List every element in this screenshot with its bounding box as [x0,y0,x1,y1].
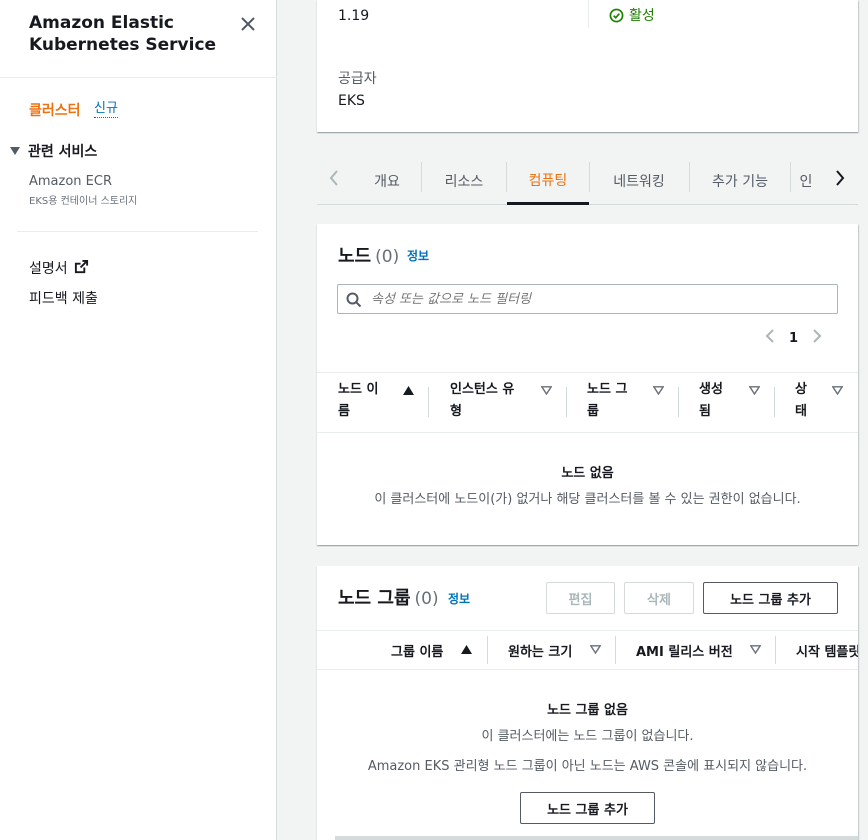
nodes-count: (0) [375,247,400,267]
add-node-group-empty-button[interactable]: 노드 그룹 추가 [520,792,655,824]
column-divider [487,636,488,664]
column-divider [428,387,429,417]
chevron-left-icon[interactable] [324,166,344,190]
delete-button[interactable]: 삭제 [624,582,694,614]
cluster-summary-card: 1.19 활성 공급자 EKS [317,0,858,132]
sort-icon [832,386,843,395]
sidebar-item-clusters[interactable]: 클러스터 [29,100,81,120]
sidebar-item-docs[interactable]: 설명서 [29,258,89,278]
horizontal-scrollbar[interactable] [335,836,858,840]
sort-icon [541,386,552,395]
provider-label: 공급자 [338,71,377,87]
nodes-table-header: 노드 이름 인스턴스 유형 노드 그룹 생성 됨 상태 [317,372,858,433]
related-services-label: 관련 서비스 [28,144,98,160]
nodes-empty-description: 이 클러스터에 노드이(가) 없거나 해당 클러스터를 볼 수 있는 권한이 없… [374,492,801,507]
sidebar-divider [17,231,258,232]
cluster-tabs: 개요 리소스 컴퓨팅 네트워킹 추가 기능 인 [317,158,858,205]
sidebar-item-ecr[interactable]: Amazon ECR [29,174,112,189]
node-search[interactable] [337,284,838,314]
tab-overview[interactable]: 개요 [355,158,419,204]
column-header-launch-template[interactable]: 시작 템플릿 [796,641,858,660]
nodes-card: 노드(0) 정보 1 노드 이름 인스턴스 유형 노드 그룹 생성됨 상태 노드… [317,224,858,545]
sidebar-title: Amazon Elastic Kubernetes Service [29,13,217,55]
nodes-heading: 노드 (0) [338,242,399,268]
column-divider [566,387,567,417]
sort-icon [750,645,761,654]
page-number[interactable]: 1 [789,331,798,346]
tab-divider [689,162,690,192]
column-header-desired-size[interactable]: 원하는 크기 [508,641,572,660]
external-link-icon [74,259,89,278]
nodes-title: 노드 [338,246,372,267]
column-header-node-name[interactable]: 노드 이름 [338,379,378,423]
nodes-info-link[interactable]: 정보 [407,247,429,264]
column-divider [588,0,589,28]
sort-icon [749,386,760,395]
status-text: 활성 [629,8,655,24]
new-badge[interactable]: 신규 [94,101,118,118]
search-icon [346,292,362,308]
node-groups-info-link[interactable]: 정보 [448,590,470,607]
tab-add-ons[interactable]: 추가 기능 [691,158,789,204]
chevron-right-icon[interactable] [830,166,850,190]
column-header-created[interactable]: 생성 됨 [699,379,723,423]
sort-ascending-icon [403,386,414,395]
tab-divider [790,162,791,192]
column-header-group-name[interactable]: 그룹 이름 [391,641,443,660]
caret-down-icon [10,147,20,155]
edit-button[interactable]: 편집 [546,582,615,614]
status-badge: 활성 [609,5,655,25]
node-groups-heading: 노드 그룹 (0) [338,584,439,610]
tab-divider [421,162,422,192]
tab-resources[interactable]: 리소스 [423,158,505,204]
column-divider [615,636,616,664]
column-divider [774,387,775,417]
check-circle-icon [609,8,624,22]
node-groups-card: 노드 그룹 (0) 정보 편집 삭제 노드 그룹 추가 그룹 이름 원하는 크기 … [317,566,858,840]
chevron-right-icon[interactable] [812,328,822,348]
column-header-node-group[interactable]: 노드 그룹 [587,379,627,423]
node-groups-empty-description: 이 클러스터에는 노드 그룹이 없습니다. [481,729,694,744]
tab-compute[interactable]: 컴퓨팅 [507,158,589,205]
add-node-group-button[interactable]: 노드 그룹 추가 [703,582,838,614]
node-groups-title: 노드 그룹 [338,588,411,609]
sidebar-divider [0,77,277,78]
nodes-empty-title: 노드 없음 [561,466,614,481]
node-groups-empty-note: Amazon EKS 관리형 노드 그룹이 아닌 노드는 AWS 콘솔에 표시되… [367,759,808,774]
tab-networking[interactable]: 네트워킹 [591,158,687,204]
column-header-status[interactable]: 상태 [795,379,807,423]
docs-label: 설명서 [29,261,68,277]
sort-icon [653,386,664,395]
search-input[interactable] [371,289,831,309]
kubernetes-version: 1.19 [338,8,370,24]
sort-icon [590,645,601,654]
column-divider [775,636,776,664]
column-header-instance-type[interactable]: 인스턴스 유형 [450,379,514,423]
sidebar: Amazon Elastic Kubernetes Service 클러스터 신… [0,0,277,840]
tab-divider [589,162,590,192]
tab-more[interactable]: 인 [793,158,819,204]
sidebar-section-related-services[interactable]: 관련 서비스 [10,141,97,161]
node-groups-empty-title: 노드 그룹 없음 [547,703,628,718]
close-icon[interactable] [236,12,260,36]
sort-ascending-icon [461,645,472,654]
provider-value: EKS [338,93,365,109]
sidebar-item-ecr-description: EKS용 컨테이너 스토리지 [29,196,138,207]
chevron-left-icon[interactable] [765,328,775,348]
node-groups-count: (0) [414,589,439,609]
sidebar-item-feedback[interactable]: 피드백 제출 [29,288,98,308]
pagination: 1 [765,328,822,348]
column-divider [678,387,679,417]
column-header-ami-release-version[interactable]: AMI 릴리스 버전 [636,641,733,660]
node-groups-table-header: 그룹 이름 원하는 크기 AMI 릴리스 버전 시작 템플릿 [317,630,858,670]
